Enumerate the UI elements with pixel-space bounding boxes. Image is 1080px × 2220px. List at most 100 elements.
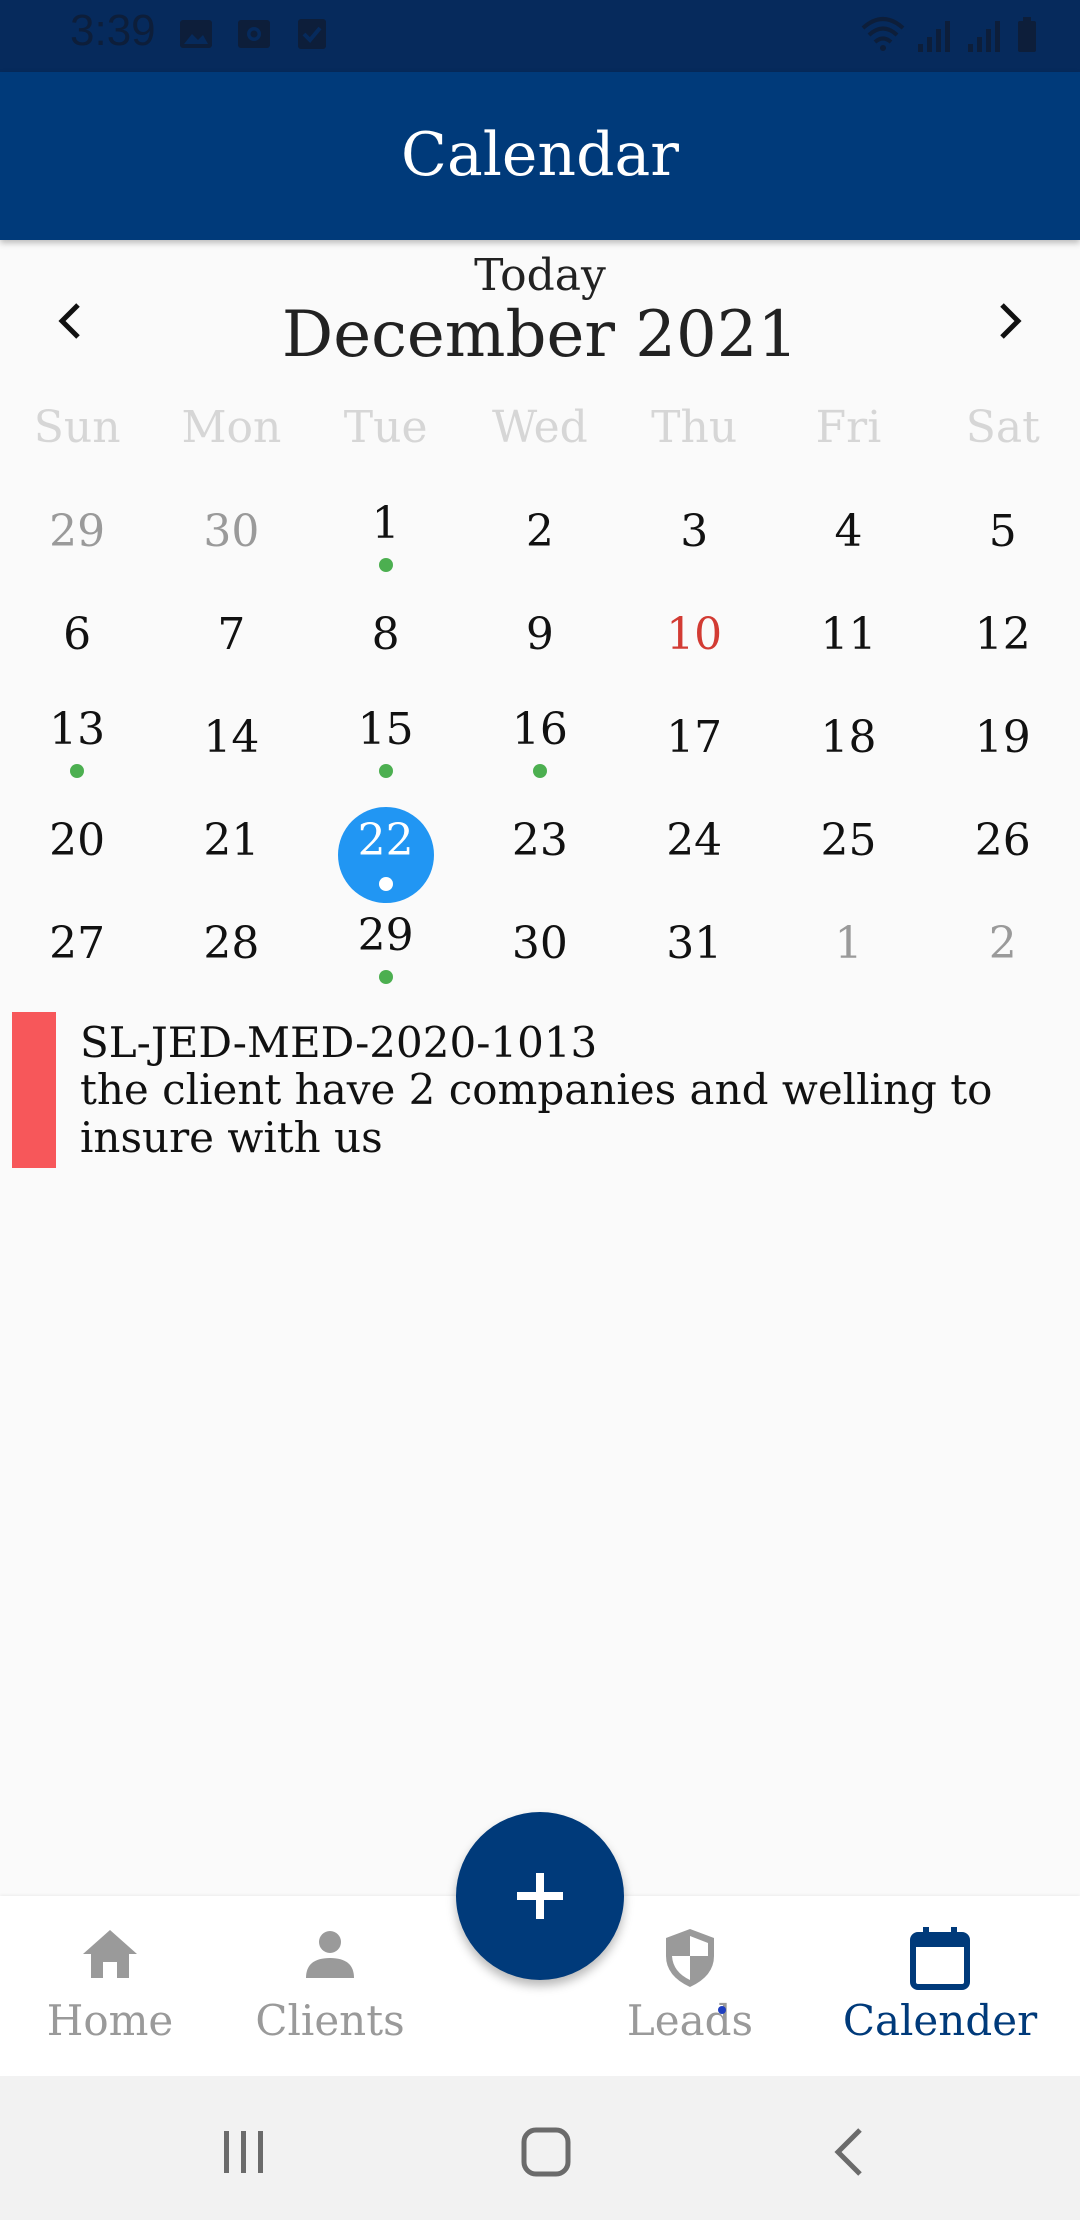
calendar-week-row: 13 14 15 16 17 18 19 (0, 694, 1080, 797)
day-cell[interactable]: 9 (463, 591, 617, 694)
day-cell[interactable]: 12 (926, 591, 1080, 694)
wifi-icon (861, 17, 905, 51)
day-number: 12 (974, 609, 1031, 660)
status-time: 3:39 (70, 6, 156, 55)
event-color-bar (12, 1012, 56, 1168)
day-cell[interactable]: 29 (309, 900, 463, 1003)
weekday-label: Fri (815, 402, 882, 453)
event-title: SL-JED-MED-2020-1013 (80, 1018, 598, 1067)
day-cell[interactable]: 24 (617, 797, 771, 900)
day-cell[interactable]: 5 (926, 488, 1080, 591)
back-icon (834, 2128, 862, 2176)
day-number: 27 (49, 918, 106, 969)
day-number: 11 (820, 609, 877, 660)
event-item[interactable]: SL-JED-MED-2020-1013 the client have 2 c… (12, 1012, 1062, 1170)
event-description: the client have 2 companies and welling … (80, 1065, 993, 1162)
day-number: 9 (525, 609, 554, 660)
checkbox-icon (298, 19, 326, 49)
weekday-label: Mon (181, 402, 282, 453)
weekday-label: Sun (33, 402, 121, 453)
day-number: 26 (974, 815, 1031, 866)
day-cell[interactable]: 2 (463, 488, 617, 591)
chevron-left-icon (58, 303, 80, 339)
event-dot (70, 764, 85, 778)
day-cell[interactable]: 21 (154, 797, 308, 900)
calendar-week-row: 6 7 8 9 10 11 12 (0, 591, 1080, 694)
day-number: 29 (357, 910, 414, 961)
day-cell[interactable]: 18 (771, 694, 925, 797)
event-dot (532, 764, 547, 778)
system-back-button[interactable] (810, 2120, 890, 2184)
event-dot (378, 970, 393, 984)
day-cell[interactable]: 31 (617, 900, 771, 1003)
day-cell[interactable]: 1 (771, 900, 925, 1003)
selected-day-cell[interactable]: 22 (309, 797, 463, 903)
next-month-button[interactable] (974, 286, 1044, 356)
day-cell[interactable]: 29 (0, 488, 154, 591)
day-number: 20 (49, 815, 106, 866)
day-cell[interactable]: 28 (154, 900, 308, 1003)
day-number: 15 (357, 704, 414, 755)
day-cell[interactable]: 30 (154, 488, 308, 591)
day-cell[interactable]: 11 (771, 591, 925, 694)
day-number: 30 (511, 918, 568, 969)
recents-button[interactable] (204, 2120, 284, 2184)
nav-calendar-label: Calender (842, 1996, 1038, 2045)
day-number: 2 (988, 918, 1017, 969)
nav-calendar[interactable]: Calender (830, 1896, 1050, 2076)
system-home-button[interactable] (506, 2120, 586, 2184)
event-dot (378, 877, 393, 891)
day-cell[interactable]: 19 (926, 694, 1080, 797)
nav-clients[interactable]: Clients (240, 1896, 420, 2076)
day-cell[interactable]: 2 (926, 900, 1080, 1003)
calendar-week-row: 20 21 22 23 24 25 26 (0, 797, 1080, 903)
day-cell[interactable]: 13 (0, 694, 154, 797)
home-square-icon (521, 2127, 571, 2177)
signal-icon (918, 21, 950, 52)
day-cell[interactable]: 17 (617, 694, 771, 797)
day-number: 16 (511, 704, 568, 755)
month-title: December 2021 (281, 298, 799, 372)
day-number: 3 (680, 506, 709, 557)
day-number: 8 (371, 609, 400, 660)
day-number: 28 (203, 918, 260, 969)
day-cell[interactable]: 8 (309, 591, 463, 694)
day-cell[interactable]: 20 (0, 797, 154, 900)
day-cell[interactable]: 16 (463, 694, 617, 797)
day-cell[interactable]: 23 (463, 797, 617, 900)
person-icon (306, 1931, 354, 1978)
status-notification-icons (178, 16, 330, 52)
recents-icon (224, 2131, 263, 2173)
calendar-icon (910, 1927, 970, 1990)
nav-home[interactable]: Home (20, 1896, 200, 2076)
day-cell[interactable]: 15 (309, 694, 463, 797)
nav-leads[interactable]: Leads (600, 1896, 780, 2076)
day-number: 30 (203, 506, 260, 557)
day-number: 24 (666, 815, 723, 866)
day-cell[interactable]: 1 (309, 488, 463, 591)
day-number: 5 (988, 506, 1017, 557)
previous-month-button[interactable] (36, 286, 106, 356)
system-navigation-bar (0, 2076, 1080, 2220)
day-number: 4 (834, 506, 863, 557)
day-number: 17 (666, 712, 723, 763)
add-event-button[interactable] (456, 1812, 624, 1980)
day-number: 23 (511, 815, 568, 866)
plus-icon (517, 1873, 563, 1919)
day-cell[interactable]: 10 (617, 591, 771, 694)
weekday-label: Thu (651, 402, 738, 453)
day-cell[interactable]: 3 (617, 488, 771, 591)
day-number: 21 (203, 815, 260, 866)
day-number: 7 (217, 609, 246, 660)
day-cell[interactable]: 26 (926, 797, 1080, 900)
today-button[interactable]: Today (0, 250, 1080, 301)
day-cell[interactable]: 14 (154, 694, 308, 797)
day-cell[interactable]: 7 (154, 591, 308, 694)
day-cell[interactable]: 6 (0, 591, 154, 694)
status-bar: 3:39 (0, 0, 1080, 72)
day-cell[interactable]: 25 (771, 797, 925, 900)
day-cell[interactable]: 30 (463, 900, 617, 1003)
day-cell[interactable]: 27 (0, 900, 154, 1003)
nav-leads-label: Leads (626, 1996, 754, 2045)
day-cell[interactable]: 4 (771, 488, 925, 591)
